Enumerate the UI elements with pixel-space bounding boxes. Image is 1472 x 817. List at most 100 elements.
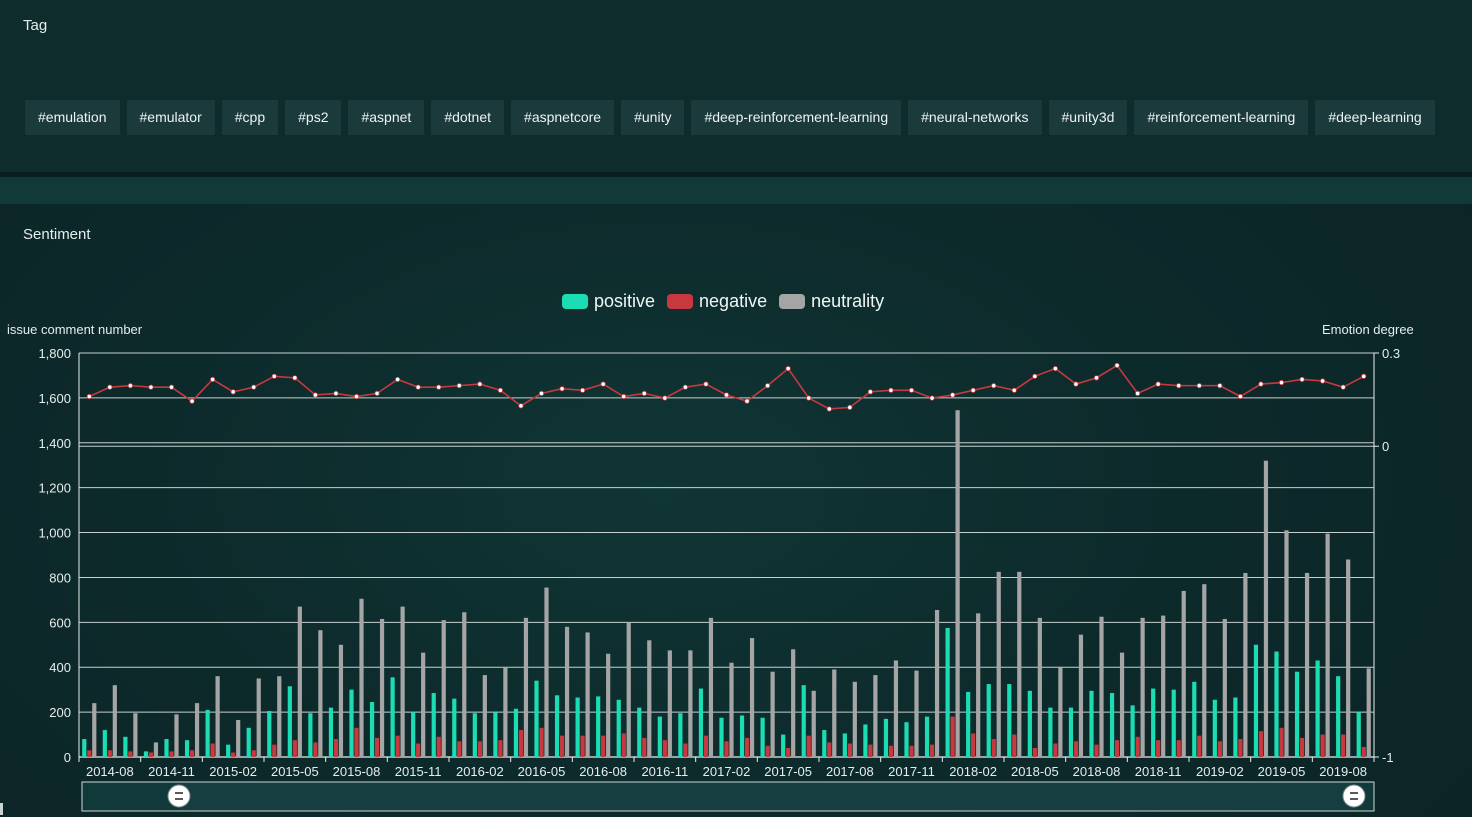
emotion-degree-point: [374, 390, 380, 396]
x-tick-label: 2016-11: [641, 764, 688, 779]
x-tick-label: 2016-05: [518, 764, 566, 779]
bar-positive: [472, 713, 477, 757]
tag-chip[interactable]: #aspnetcore: [511, 100, 615, 135]
bar-neutrality: [1304, 572, 1310, 757]
bar-negative: [333, 739, 339, 757]
bar-positive: [596, 696, 601, 757]
bar-negative: [231, 752, 236, 757]
tag-chip[interactable]: #emulation: [25, 100, 120, 135]
bar-neutrality: [976, 613, 981, 757]
bar-positive: [739, 715, 745, 757]
bar-negative: [601, 735, 606, 757]
bar-negative: [744, 737, 750, 757]
bar-positive: [246, 727, 251, 757]
bar-negative: [662, 740, 667, 757]
x-tick-label: 2015-05: [271, 764, 319, 779]
x-tick-label: 2015-11: [395, 764, 442, 779]
bar-positive: [904, 722, 909, 757]
tag-chip[interactable]: #unity: [621, 100, 685, 135]
bar-positive: [801, 685, 806, 757]
emotion-degree-point: [210, 376, 216, 383]
bar-neutrality: [688, 650, 693, 757]
bar-negative: [477, 741, 482, 757]
bar-negative: [210, 743, 215, 757]
bar-positive: [369, 702, 375, 757]
bar-neutrality: [606, 653, 611, 757]
bar-positive: [1068, 707, 1074, 757]
zoom-handle-left[interactable]: [167, 784, 191, 808]
tag-chip[interactable]: #unity3d: [1048, 100, 1128, 135]
tag-chip[interactable]: #dotnet: [431, 100, 505, 135]
bar-positive: [452, 698, 457, 757]
zoom-handle-right[interactable]: [1342, 784, 1366, 808]
y2-tick-label: -1: [1382, 750, 1394, 765]
bar-neutrality: [1078, 634, 1084, 757]
bar-positive: [1233, 697, 1238, 757]
bar-positive: [781, 734, 786, 757]
bar-neutrality: [421, 652, 426, 757]
y-tick-label: 600: [49, 615, 71, 630]
bar-negative: [1320, 734, 1325, 757]
bar-neutrality: [1037, 617, 1042, 757]
bar-neutrality: [338, 644, 344, 757]
bar-neutrality: [585, 632, 590, 757]
x-tick-label: 2016-08: [579, 764, 627, 779]
bar-positive: [534, 680, 539, 757]
bar-neutrality: [503, 667, 508, 757]
tag-chip[interactable]: #neural-networks: [908, 100, 1042, 135]
tag-chip[interactable]: #aspnet: [348, 100, 425, 135]
bar-negative: [724, 741, 729, 757]
emotion-degree-point: [908, 387, 915, 393]
bar-negative: [292, 740, 297, 757]
tag-chip[interactable]: #cpp: [221, 100, 279, 135]
bar-negative: [1341, 734, 1346, 757]
emotion-degree-line: [88, 364, 1365, 410]
bar-negative: [1156, 740, 1161, 757]
bar-positive: [226, 744, 231, 757]
sentiment-chart: 0 200 400 600 800 1,000 1,200 1,400 1,600 1,800 -1…: [38, 346, 1400, 812]
bar-neutrality: [400, 606, 405, 757]
bar-positive: [390, 677, 395, 757]
bar-positive: [1253, 644, 1259, 757]
emotion-degree-point: [148, 384, 154, 390]
emotion-degree-point: [436, 384, 442, 390]
emotion-degree-point: [1340, 384, 1346, 390]
x-tick-label: 2014-11: [148, 764, 195, 779]
bar-neutrality: [194, 703, 200, 757]
bar-negative: [189, 750, 195, 757]
bar-negative: [518, 730, 524, 757]
emotion-degree-point: [292, 375, 298, 381]
tag-chip[interactable]: #emulator: [126, 100, 215, 135]
bar-neutrality: [1366, 668, 1371, 757]
emotion-degree-point: [580, 387, 586, 393]
tag-chip[interactable]: #reinforcement-learning: [1134, 100, 1309, 135]
emotion-degree-point: [929, 395, 935, 401]
y-tick-label: 800: [49, 570, 71, 585]
bar-neutrality: [215, 676, 220, 757]
emotion-degree-point: [991, 383, 997, 389]
y-tick-label: 0: [64, 750, 71, 765]
tag-chip[interactable]: #ps2: [285, 100, 342, 135]
tag-chip[interactable]: #deep-learning: [1315, 100, 1435, 135]
emotion-degree-point: [127, 383, 133, 389]
bar-neutrality: [791, 649, 796, 757]
bar-positive: [1294, 671, 1300, 757]
bar-neutrality: [133, 713, 138, 757]
bar-negative: [1094, 744, 1099, 757]
bar-negative: [1299, 737, 1305, 757]
bar-neutrality: [811, 690, 816, 757]
emotion-degree-point: [456, 383, 462, 389]
bar-positive: [657, 716, 662, 757]
tag-list: #emulation #emulator #cpp #ps2 #aspnet #dotne…: [25, 100, 1435, 135]
y-tick-label: 1,800: [38, 346, 71, 361]
x-tick-label: 2018-11: [1135, 764, 1182, 779]
bar-positive: [1171, 689, 1176, 757]
bar-positive: [411, 712, 416, 757]
bar-neutrality: [626, 622, 631, 757]
emotion-degree-point: [1073, 381, 1079, 387]
tag-chip[interactable]: #deep-reinforcement-learning: [691, 100, 902, 135]
bar-negative: [1176, 740, 1181, 757]
bar-negative: [683, 743, 688, 757]
bar-negative: [929, 744, 935, 757]
bar-neutrality: [1346, 559, 1351, 757]
